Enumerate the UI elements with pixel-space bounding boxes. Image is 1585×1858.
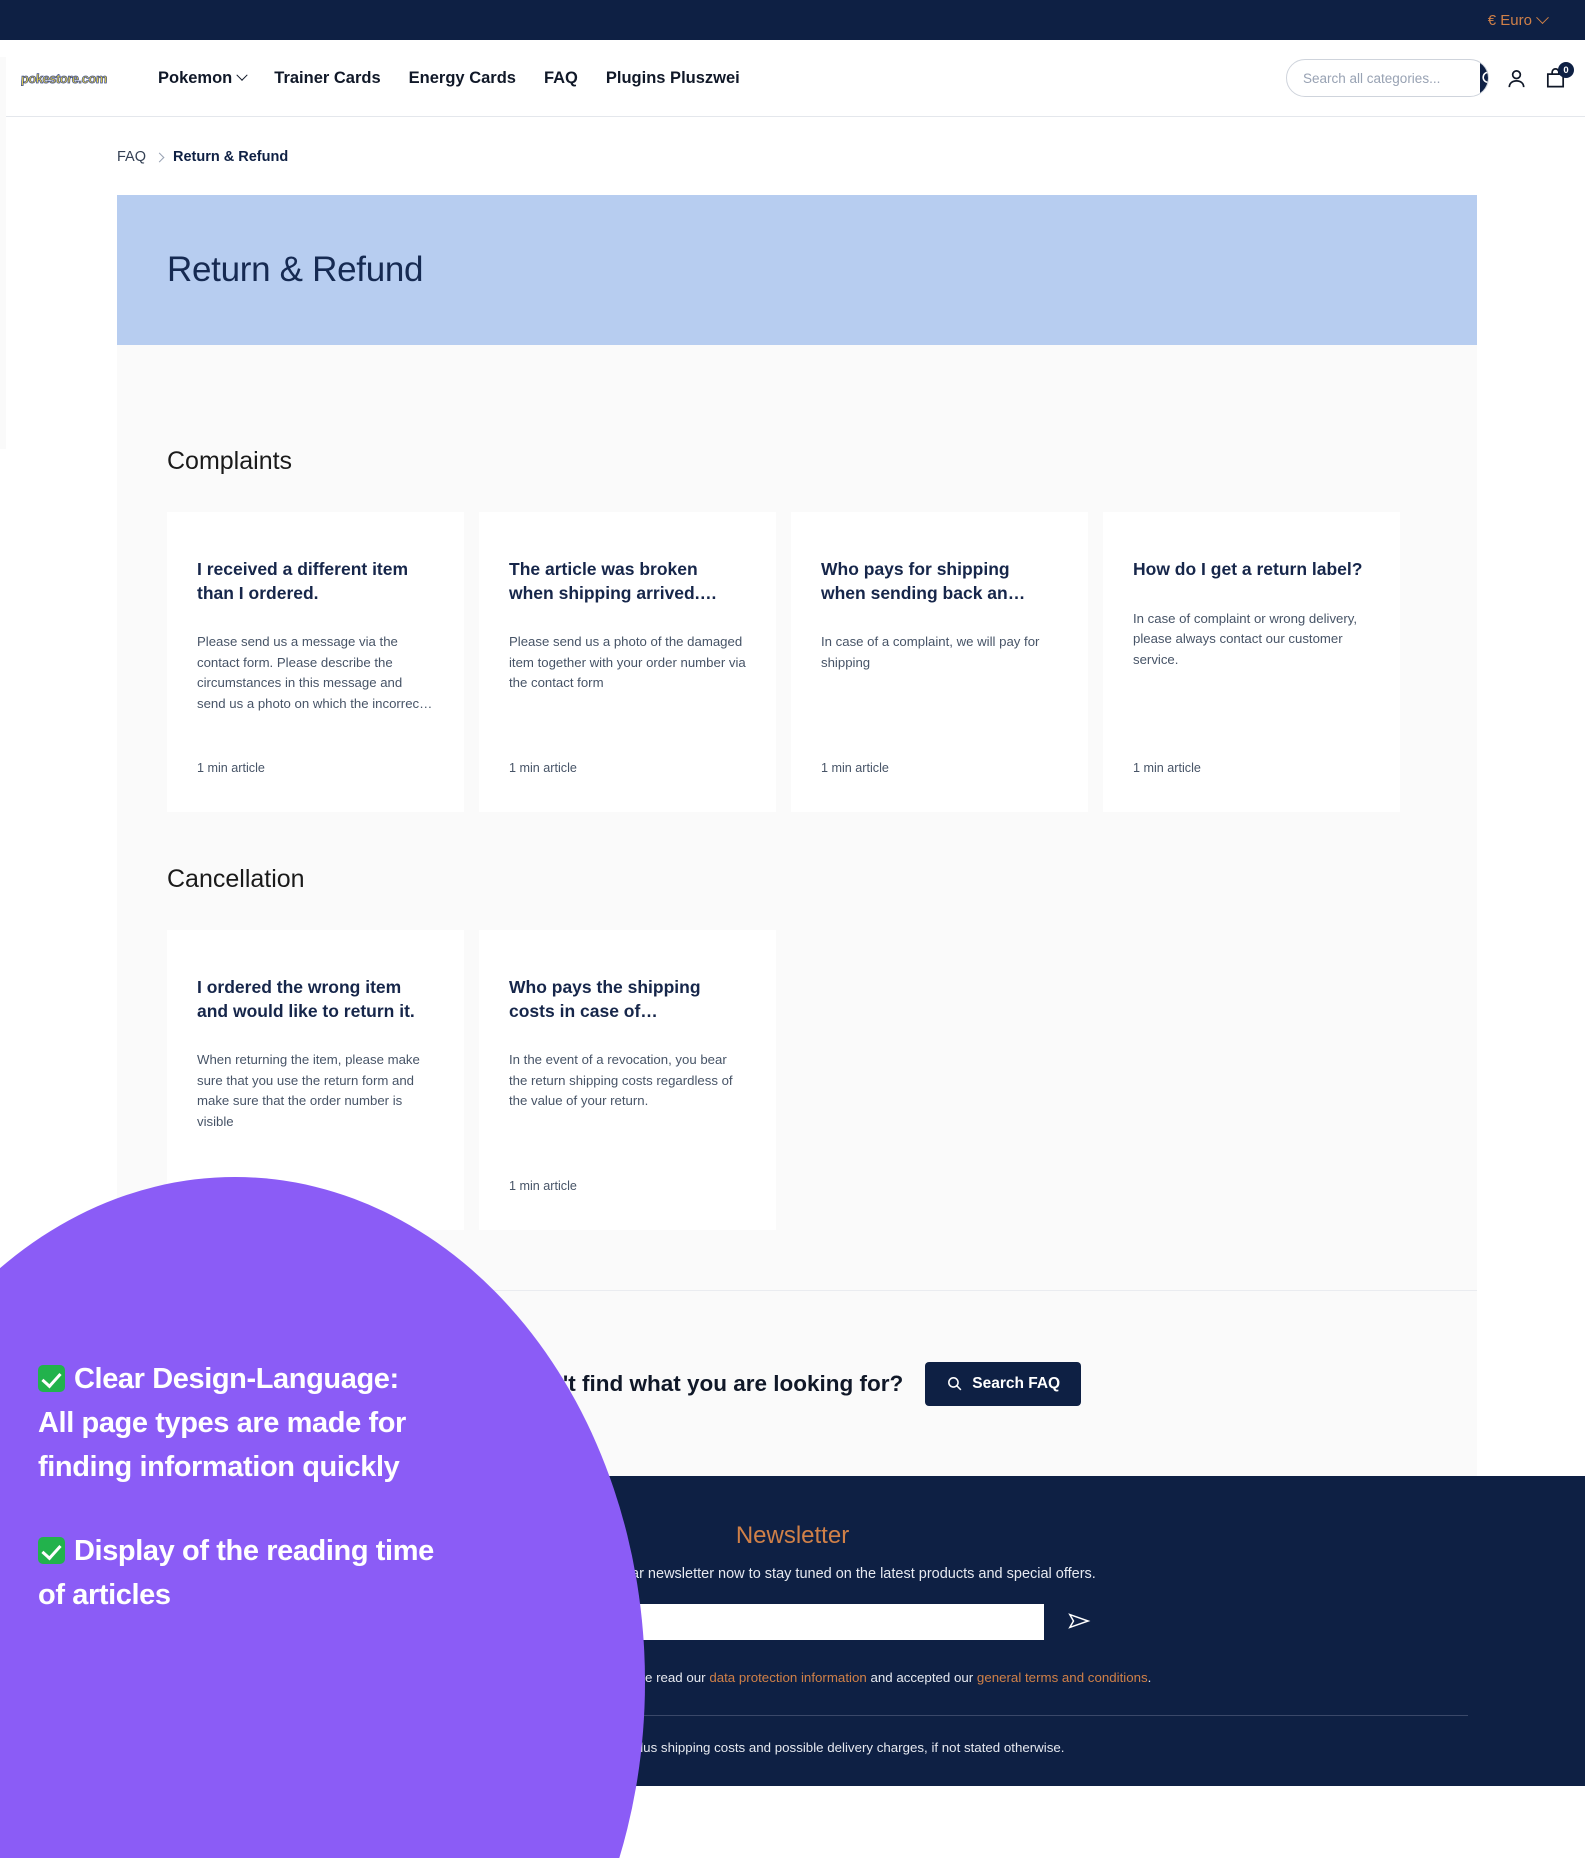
cta-question: Didn't find what you are looking for?: [512, 1370, 904, 1396]
cta-button-label: Search FAQ: [972, 1374, 1061, 1392]
faq-card-description: Please send us a message via the contact…: [197, 634, 433, 711]
nav-item-energy-cards[interactable]: Energy Cards: [409, 69, 516, 88]
faq-cta-band: Didn't find what you are looking for? Se…: [117, 1290, 1477, 1476]
legal-text-pre: By clicking you confirm that you have re…: [433, 1670, 710, 1685]
newsletter-title: Newsletter: [735, 1522, 850, 1549]
card-grid: I ordered the wrong item and would like …: [167, 930, 1477, 1230]
legal-text-end: .: [1147, 1670, 1152, 1685]
page-root: € Euro pokestore.com Pokemon Trainer Car…: [0, 0, 1585, 1858]
faq-card-description: When returning the item, please make sur…: [197, 1052, 420, 1129]
footer-divider: [117, 1715, 1468, 1716]
site-logo[interactable]: pokestore.com: [15, 65, 113, 91]
breadcrumb-item-faq[interactable]: FAQ: [117, 149, 146, 165]
faq-card-reading-time: 1 min article: [1133, 761, 1201, 775]
site-footer: Newsletter Subscribe to our regular news…: [0, 1476, 1585, 1786]
faq-card-title: The article was broken when shipping arr…: [509, 559, 718, 603]
page-title: Return & Refund: [167, 250, 424, 289]
faq-card-reading-time: 1 min article: [197, 761, 265, 775]
faq-card-description: Please send us a photo of the damaged it…: [509, 634, 746, 691]
page-hero: Return & Refund: [117, 195, 1477, 345]
page-content: FAQ Return & Refund Return & Refund Comp…: [0, 117, 1585, 1476]
search-submit-button[interactable]: [1480, 60, 1488, 96]
left-edge-strip: [0, 57, 6, 449]
search-input[interactable]: [1287, 70, 1480, 86]
faq-card-reading-time: 1 min article: [509, 761, 577, 775]
search-box[interactable]: [1286, 59, 1489, 97]
utility-bar: € Euro: [0, 0, 1585, 40]
currency-selector[interactable]: € Euro: [1487, 10, 1549, 29]
site-header: pokestore.com Pokemon Trainer Cards Ener…: [0, 40, 1585, 117]
header-actions: 0: [1286, 59, 1574, 97]
faq-card-reading-time: 1 min article: [509, 1179, 577, 1193]
user-icon: [1508, 69, 1525, 87]
newsletter-block: Newsletter Subscribe to our regular news…: [0, 1522, 1585, 1685]
faq-card-title: How do I get a return label?: [1133, 559, 1363, 579]
nav-label: Trainer Cards: [274, 68, 381, 87]
newsletter-email-input[interactable]: [493, 1604, 1044, 1640]
chevron-right-icon: [154, 152, 165, 162]
section-cancellation: Cancellation I ordered the wrong item an…: [117, 812, 1477, 1230]
card-grid: I received a different item than I order…: [167, 512, 1477, 812]
faq-card-reading-time: 1 min article: [197, 1179, 265, 1193]
cart-count-badge: 0: [1558, 62, 1574, 78]
newsletter-subtitle: Subscribe to our regular newsletter now …: [489, 1566, 1096, 1582]
nav-label: Pokemon: [158, 68, 233, 87]
chevron-down-icon: [1536, 10, 1549, 24]
newsletter-legal-text: By clicking you confirm that you have re…: [0, 1670, 1585, 1685]
search-icon: [1482, 70, 1488, 83]
cart-button[interactable]: 0: [1544, 62, 1574, 90]
nav-label: Energy Cards: [408, 68, 516, 87]
footer-price-note: All prices incl. VAT plus shipping costs…: [520, 1740, 1065, 1755]
send-icon: [1067, 1612, 1090, 1629]
newsletter-form: [0, 1604, 1585, 1640]
section-heading: Complaints: [167, 447, 293, 475]
faq-card-title: Who pays for shipping when sending back …: [821, 559, 1026, 603]
breadcrumb-item-current: Return & Refund: [173, 149, 289, 165]
data-protection-link[interactable]: data protection information: [709, 1670, 866, 1685]
faq-card[interactable]: Who pays the shipping costs in case of… …: [479, 930, 776, 1230]
faq-card-description: In case of complaint or wrong delivery, …: [1133, 610, 1358, 667]
terms-conditions-link[interactable]: general terms and conditions: [977, 1670, 1148, 1685]
faq-card-reading-time: 1 min article: [821, 761, 889, 775]
faq-card-description: In the event of a revocation, you bear t…: [509, 1052, 733, 1109]
legal-text-mid: and accepted our: [866, 1670, 977, 1685]
faq-card[interactable]: I received a different item than I order…: [167, 512, 464, 812]
search-icon: [948, 1377, 962, 1391]
nav-item-plugins-pluszwei[interactable]: Plugins Pluszwei: [606, 69, 740, 88]
chevron-down-icon: [236, 69, 248, 81]
faq-card[interactable]: Who pays for shipping when sending back …: [791, 512, 1088, 812]
currency-label: € Euro: [1487, 11, 1532, 29]
main-navigation: Pokemon Trainer Cards Energy Cards FAQ P…: [158, 69, 740, 88]
nav-item-faq[interactable]: FAQ: [544, 69, 578, 88]
faq-card[interactable]: How do I get a return label? In case of …: [1103, 512, 1400, 812]
nav-label: Plugins Pluszwei: [605, 68, 740, 87]
faq-card-title: Who pays the shipping costs in case of…: [509, 977, 701, 1021]
nav-item-trainer-cards[interactable]: Trainer Cards: [274, 69, 380, 88]
section-complaints: Complaints I received a different item t…: [117, 345, 1477, 812]
faq-sections: Complaints I received a different item t…: [117, 345, 1477, 1290]
faq-card-title: I received a different item than I order…: [197, 559, 409, 603]
faq-card-title: I ordered the wrong item and would like …: [197, 977, 415, 1021]
search-faq-button[interactable]: Search FAQ: [925, 1361, 1082, 1406]
breadcrumb: FAQ Return & Refund: [0, 117, 1585, 165]
newsletter-submit-button[interactable]: [1066, 1610, 1092, 1635]
faq-card[interactable]: I ordered the wrong item and would like …: [167, 930, 464, 1230]
account-button[interactable]: [1505, 67, 1528, 90]
nav-label: FAQ: [543, 68, 578, 87]
nav-item-pokemon[interactable]: Pokemon: [158, 68, 248, 88]
faq-card[interactable]: The article was broken when shipping arr…: [479, 512, 776, 812]
section-heading: Cancellation: [167, 865, 305, 893]
faq-card-description: In case of a complaint, we will pay for …: [821, 634, 1040, 670]
